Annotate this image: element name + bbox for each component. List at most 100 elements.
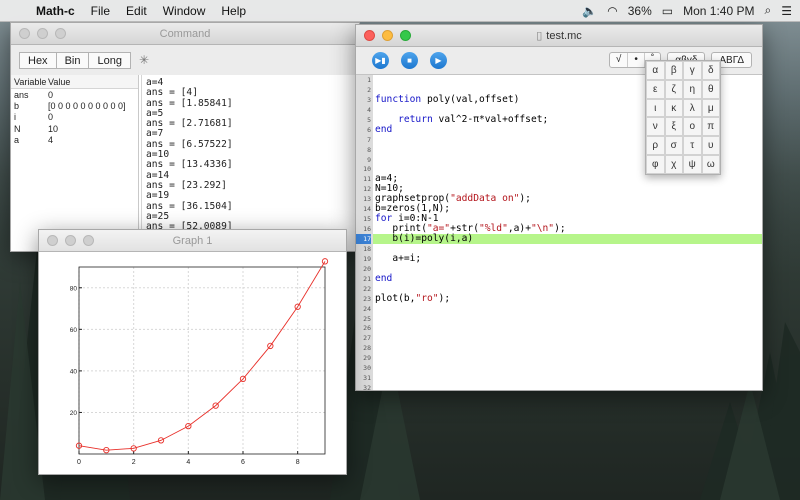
close-button[interactable] <box>47 235 58 246</box>
greek-letter-key[interactable]: ρ <box>646 136 665 156</box>
menubar-clock[interactable]: Mon 1:40 PM <box>683 4 754 18</box>
spotlight-search-icon[interactable]: ⌕ <box>765 3 772 18</box>
minimize-button[interactable] <box>37 28 48 39</box>
x-tick-label: 2 <box>132 459 136 466</box>
long-button[interactable]: Long <box>89 51 131 69</box>
minimize-button[interactable] <box>382 30 393 41</box>
greek-letter-key[interactable]: β <box>664 61 683 80</box>
hex-button[interactable]: Hex <box>19 51 57 69</box>
graph-window-title: Graph 1 <box>172 234 213 247</box>
table-row[interactable]: a4 <box>11 135 138 146</box>
document-icon: ▯ <box>536 30 543 42</box>
plot-area[interactable]: 0 2 4 6 8 20 40 60 80 <box>39 252 346 474</box>
menu-file[interactable]: File <box>83 4 118 18</box>
greek-letter-key[interactable]: λ <box>683 98 702 118</box>
variable-name: N <box>14 123 21 134</box>
line-number: 10 <box>363 165 371 174</box>
zoom-button[interactable] <box>400 30 411 41</box>
table-row[interactable]: N 10 <box>11 123 138 134</box>
greek-letter-key[interactable]: τ <box>683 136 702 156</box>
line-number: 9 <box>367 155 371 164</box>
greek-letter-key[interactable]: δ <box>701 61 720 80</box>
app-menu[interactable]: Math-c <box>28 4 83 18</box>
x-tick-label: 4 <box>186 459 190 466</box>
code-line: a=4; <box>375 173 399 185</box>
greek-letter-key[interactable]: σ <box>664 136 683 156</box>
greek-letter-key[interactable]: φ <box>646 155 665 174</box>
y-tick-label: 80 <box>70 285 78 292</box>
line-chart[interactable]: 0 2 4 6 8 20 40 60 80 <box>39 252 346 474</box>
output-line: ans = [6.57522] <box>146 138 233 150</box>
table-row[interactable]: i0 <box>11 112 138 123</box>
battery-percent[interactable]: 36% <box>628 4 652 18</box>
y-tick-label: 60 <box>70 327 78 334</box>
stop-button[interactable]: ■ <box>401 52 418 69</box>
menu-window[interactable]: Window <box>155 4 214 18</box>
greek-letter-key[interactable]: χ <box>664 155 683 174</box>
line-number: 16 <box>363 225 371 234</box>
table-row[interactable]: ans 0 <box>11 89 138 100</box>
line-number: 31 <box>363 374 371 383</box>
zoom-button[interactable] <box>83 235 94 246</box>
greek-letter-key[interactable]: η <box>683 79 702 99</box>
greek-letter-key[interactable]: κ <box>664 98 683 118</box>
graph-titlebar[interactable]: Graph 1 <box>39 230 346 252</box>
output-line: ans = [13.4336] <box>146 159 233 171</box>
line-number: 14 <box>363 205 371 214</box>
line-number: 25 <box>363 314 371 323</box>
line-number: 18 <box>363 244 371 253</box>
code-line-highlighted: b(i)=poly(i,a) <box>373 234 762 244</box>
minimize-button[interactable] <box>65 235 76 246</box>
column-header-value[interactable]: Value <box>48 77 70 87</box>
battery-icon[interactable]: ▭ <box>662 4 673 18</box>
command-titlebar[interactable]: Command <box>11 23 359 45</box>
column-header-variable[interactable]: Variable <box>11 77 48 87</box>
variable-name: i <box>14 112 16 123</box>
greek-letter-key[interactable]: μ <box>701 98 720 118</box>
sqrt-button[interactable]: √ <box>610 53 628 67</box>
greek-letter-key[interactable]: ω <box>701 155 720 174</box>
greek-letter-key[interactable]: ψ <box>683 155 702 174</box>
close-button[interactable] <box>19 28 30 39</box>
y-tick-label: 40 <box>70 368 78 375</box>
greek-letter-key[interactable]: ι <box>646 98 665 118</box>
line-number-gutter[interactable]: 1 2 3 4 5 6 7 8 9 10 11 12 13 14 15 16 17 18 19 20 21 22 23 24 2… <box>356 75 373 390</box>
greek-letter-key[interactable]: γ <box>683 61 702 80</box>
zoom-button[interactable] <box>55 28 66 39</box>
editor-titlebar[interactable]: ▯ test.mc <box>356 25 762 47</box>
output-line: ans = [36.1504] <box>146 200 233 212</box>
table-row[interactable]: b [0 0 0 0 0 0 0 0 0 0] <box>11 100 138 111</box>
greek-letter-key[interactable]: π <box>701 117 720 137</box>
greek-letter-key[interactable]: υ <box>701 136 720 156</box>
greek-letter-key[interactable]: ε <box>646 79 665 99</box>
command-output[interactable]: a=4 ans = [4] ans = [1.85841] a=5 ans = [2.7… <box>141 75 359 251</box>
line-number: 2 <box>367 85 371 94</box>
notification-center-icon[interactable]: ☰ <box>781 4 792 18</box>
greek-letter-key[interactable]: ο <box>683 117 702 137</box>
variable-name: b <box>14 101 20 112</box>
command-body: Variable Value ans 0 b [0 0 0 0 0 0 0 0 0 … <box>11 75 359 251</box>
bin-button[interactable]: Bin <box>56 51 90 69</box>
line-number: 1 <box>367 76 371 84</box>
greek-letter-key[interactable]: α <box>646 61 665 80</box>
greek-letter-key[interactable]: ν <box>646 117 665 137</box>
run-step-button[interactable]: ▶▮ <box>372 52 389 69</box>
line-number: 32 <box>363 384 371 391</box>
volume-icon[interactable]: 🔈 <box>582 4 597 18</box>
wifi-icon[interactable]: ◠ <box>607 4 617 18</box>
command-window: Command Hex Bin Long ✳ Variable Value an… <box>10 22 360 252</box>
run-button[interactable]: ▶ <box>430 52 447 69</box>
greek-letter-key[interactable]: ζ <box>664 79 683 99</box>
line-number: 29 <box>363 354 371 363</box>
variable-name: ans <box>14 89 29 100</box>
x-tick-label: 8 <box>296 459 300 466</box>
variable-value: [0 0 0 0 0 0 0 0 0 0] <box>48 101 126 112</box>
line-number: 21 <box>363 274 371 283</box>
menu-help[interactable]: Help <box>213 4 254 18</box>
greek-letter-key[interactable]: ξ <box>664 117 683 137</box>
menu-edit[interactable]: Edit <box>118 4 155 18</box>
bullet-button[interactable]: • <box>627 53 644 67</box>
greek-letter-key[interactable]: θ <box>701 79 720 99</box>
close-button[interactable] <box>364 30 375 41</box>
